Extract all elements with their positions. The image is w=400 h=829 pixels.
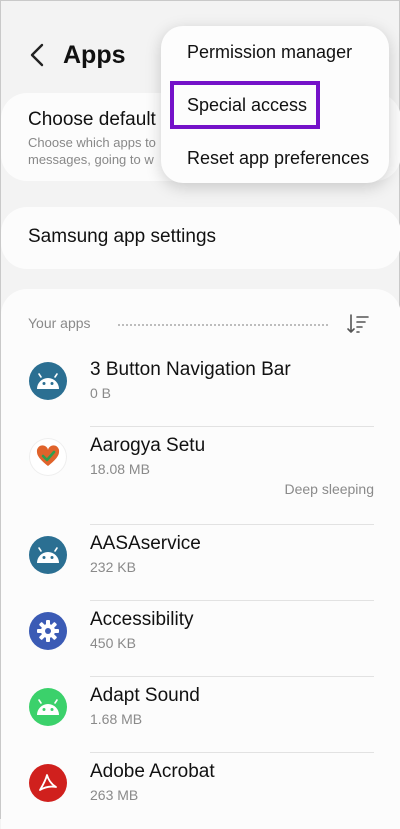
app-name: Adobe Acrobat xyxy=(90,761,215,782)
app-row[interactable]: Adobe Acrobat 263 MB xyxy=(1,753,400,829)
page-title: Apps xyxy=(63,41,126,69)
app-size: 263 MB xyxy=(90,787,139,803)
your-apps-label: Your apps xyxy=(28,315,91,331)
app-size: 0 B xyxy=(90,385,112,401)
acrobat-icon xyxy=(29,764,67,802)
app-name: Accessibility xyxy=(90,609,194,630)
android-icon xyxy=(29,688,67,726)
app-name: Aarogya Setu xyxy=(90,435,206,456)
app-row[interactable]: 3 Button Navigation Bar 0 B xyxy=(1,351,400,427)
android-icon xyxy=(29,362,67,400)
special-access-highlight-box xyxy=(170,81,320,129)
samsung-app-settings-label: Samsung app settings xyxy=(28,226,217,247)
app-name: Adapt Sound xyxy=(90,685,200,706)
your-apps-header: Your apps xyxy=(28,313,374,335)
choose-default-title: Choose default xyxy=(28,109,156,130)
app-name: 3 Button Navigation Bar xyxy=(90,359,291,380)
android-icon xyxy=(29,536,67,574)
app-name: AASAservice xyxy=(90,533,201,554)
app-size: 232 KB xyxy=(90,559,136,575)
back-arrow-icon xyxy=(30,43,44,67)
app-row[interactable]: Adapt Sound 1.68 MB xyxy=(1,677,400,753)
gear-icon xyxy=(29,612,67,650)
back-button[interactable] xyxy=(23,39,51,71)
app-status: Deep sleeping xyxy=(284,481,374,497)
sort-icon[interactable] xyxy=(346,313,370,335)
app-size: 450 KB xyxy=(90,635,136,651)
dotted-divider xyxy=(118,324,328,326)
app-size: 18.08 MB xyxy=(90,461,150,477)
app-row[interactable]: Aarogya Setu 18.08 MB Deep sleeping xyxy=(1,427,400,525)
samsung-app-settings-item[interactable]: Samsung app settings xyxy=(1,207,400,269)
menu-item-permission-manager[interactable]: Permission manager xyxy=(187,42,352,63)
apps-list-card: Your apps 3 Button Navigation Bar 0 B Aa… xyxy=(1,289,400,829)
choose-default-subtitle: Choose which apps to messages, going to … xyxy=(28,135,156,167)
menu-item-reset-app-preferences[interactable]: Reset app preferences xyxy=(187,148,369,169)
app-row[interactable]: AASAservice 232 KB xyxy=(1,525,400,601)
app-row[interactable]: Accessibility 450 KB xyxy=(1,601,400,677)
app-size: 1.68 MB xyxy=(90,711,143,727)
heart-icon xyxy=(29,438,67,476)
